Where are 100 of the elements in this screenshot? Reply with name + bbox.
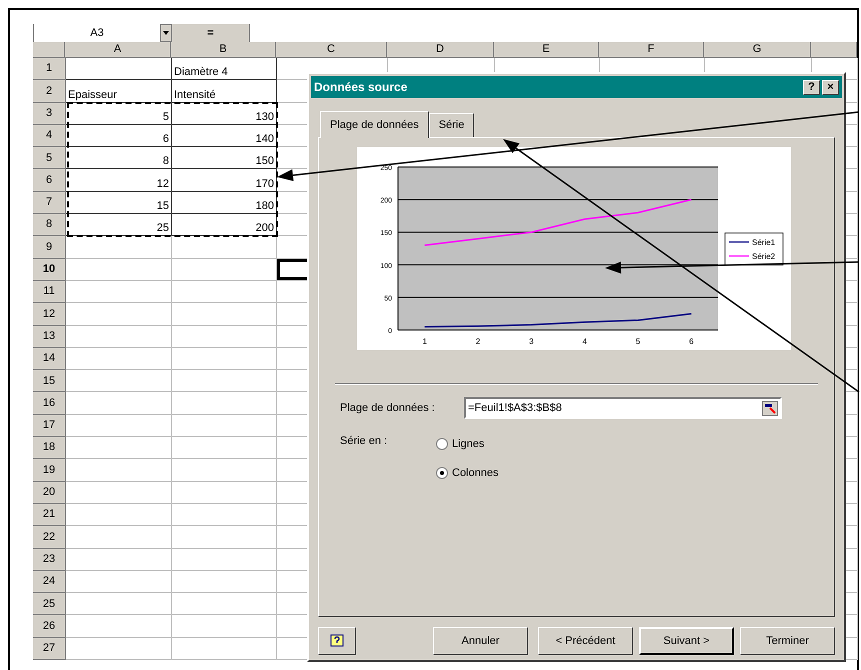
radio-button[interactable]: [436, 438, 448, 450]
row-header[interactable]: 2: [33, 80, 66, 103]
table-cell[interactable]: [66, 258, 172, 281]
table-cell[interactable]: [66, 303, 172, 326]
table-cell[interactable]: [66, 414, 172, 438]
column-header[interactable]: A: [65, 42, 171, 58]
table-cell[interactable]: [66, 638, 172, 660]
column-header[interactable]: F: [599, 42, 704, 58]
row-header[interactable]: 25: [33, 593, 66, 616]
table-cell[interactable]: [66, 392, 172, 415]
table-cell[interactable]: [172, 348, 277, 370]
row-header[interactable]: 22: [33, 526, 66, 549]
dialog-button[interactable]: < Précédent: [538, 627, 633, 655]
table-cell[interactable]: 180: [172, 192, 277, 214]
table-cell[interactable]: [172, 459, 277, 482]
table-cell[interactable]: [172, 593, 277, 616]
collapse-dialog-icon[interactable]: [762, 400, 778, 416]
row-header[interactable]: 8: [33, 214, 66, 236]
column-header[interactable]: B: [171, 42, 276, 58]
row-header[interactable]: 16: [33, 392, 66, 415]
table-cell[interactable]: [172, 615, 277, 638]
table-cell[interactable]: 12: [66, 169, 172, 192]
table-cell[interactable]: [172, 280, 277, 304]
row-header[interactable]: 9: [33, 236, 66, 259]
table-cell[interactable]: [172, 526, 277, 549]
row-header[interactable]: 17: [33, 414, 66, 438]
row-header[interactable]: 15: [33, 370, 66, 392]
row-header[interactable]: 5: [33, 147, 66, 170]
table-cell[interactable]: [66, 348, 172, 370]
table-cell[interactable]: [172, 504, 277, 526]
table-cell[interactable]: [172, 482, 277, 504]
table-cell[interactable]: [66, 280, 172, 304]
tab[interactable]: Série: [428, 113, 474, 137]
table-cell[interactable]: [66, 504, 172, 526]
row-header[interactable]: 6: [33, 169, 66, 192]
row-header[interactable]: 23: [33, 548, 66, 571]
row-header[interactable]: 13: [33, 326, 66, 348]
table-cell[interactable]: [172, 570, 277, 594]
table-cell[interactable]: 130: [172, 102, 277, 125]
table-cell[interactable]: [66, 437, 172, 460]
table-cell[interactable]: 6: [66, 124, 172, 148]
table-cell[interactable]: [172, 437, 277, 460]
table-cell[interactable]: [66, 482, 172, 504]
row-header[interactable]: 1: [33, 58, 66, 80]
row-header[interactable]: 7: [33, 192, 66, 214]
help-button[interactable]: [318, 627, 356, 655]
column-header[interactable]: [811, 42, 857, 58]
formula-button[interactable]: =: [172, 24, 250, 42]
row-header[interactable]: 14: [33, 348, 66, 370]
dialog-button[interactable]: Suivant >: [639, 627, 734, 655]
column-header[interactable]: D: [387, 42, 494, 58]
row-header[interactable]: 3: [33, 102, 66, 125]
select-all-corner[interactable]: [33, 42, 65, 58]
help-button[interactable]: ?: [803, 80, 820, 94]
row-header[interactable]: 26: [33, 615, 66, 638]
table-cell[interactable]: [66, 459, 172, 482]
table-cell[interactable]: [172, 392, 277, 415]
row-header[interactable]: 19: [33, 459, 66, 482]
row-header[interactable]: 10: [33, 258, 66, 281]
dropdown-arrow-button[interactable]: [160, 24, 172, 42]
table-cell[interactable]: 15: [66, 192, 172, 214]
table-cell[interactable]: 170: [172, 169, 277, 192]
column-header[interactable]: C: [276, 42, 387, 58]
table-cell[interactable]: [66, 58, 172, 80]
table-cell[interactable]: [66, 615, 172, 638]
table-cell[interactable]: [66, 593, 172, 616]
table-cell[interactable]: [66, 548, 172, 571]
table-cell[interactable]: [66, 526, 172, 549]
table-cell[interactable]: [172, 548, 277, 571]
radio-option[interactable]: Lignes: [436, 436, 498, 452]
table-cell[interactable]: 8: [66, 147, 172, 170]
table-cell[interactable]: 140: [172, 124, 277, 148]
row-header[interactable]: 27: [33, 638, 66, 660]
table-cell[interactable]: Intensité: [172, 80, 277, 103]
table-cell[interactable]: 150: [172, 147, 277, 170]
table-cell[interactable]: [172, 303, 277, 326]
table-cell[interactable]: Epaisseur: [66, 80, 172, 103]
column-header[interactable]: G: [704, 42, 811, 58]
radio-option[interactable]: Colonnes: [436, 464, 498, 481]
table-cell[interactable]: [66, 326, 172, 348]
row-header[interactable]: 18: [33, 437, 66, 460]
table-cell[interactable]: 5: [66, 102, 172, 125]
dialog-button[interactable]: Terminer: [740, 627, 835, 655]
row-header[interactable]: 20: [33, 482, 66, 504]
table-cell[interactable]: 200: [172, 214, 277, 236]
table-cell[interactable]: [66, 570, 172, 594]
row-header[interactable]: 11: [33, 280, 66, 304]
table-cell[interactable]: [66, 236, 172, 259]
table-cell[interactable]: [172, 370, 277, 392]
table-cell[interactable]: [172, 236, 277, 259]
row-header[interactable]: 24: [33, 570, 66, 594]
close-button[interactable]: ×: [822, 80, 839, 94]
tab[interactable]: Plage de données: [320, 111, 429, 138]
table-cell[interactable]: [66, 370, 172, 392]
row-header[interactable]: 4: [33, 124, 66, 148]
row-header[interactable]: 12: [33, 303, 66, 326]
row-header[interactable]: 21: [33, 504, 66, 526]
table-cell[interactable]: Diamètre 4: [172, 58, 277, 80]
table-cell[interactable]: [172, 326, 277, 348]
radio-button[interactable]: [436, 466, 448, 479]
